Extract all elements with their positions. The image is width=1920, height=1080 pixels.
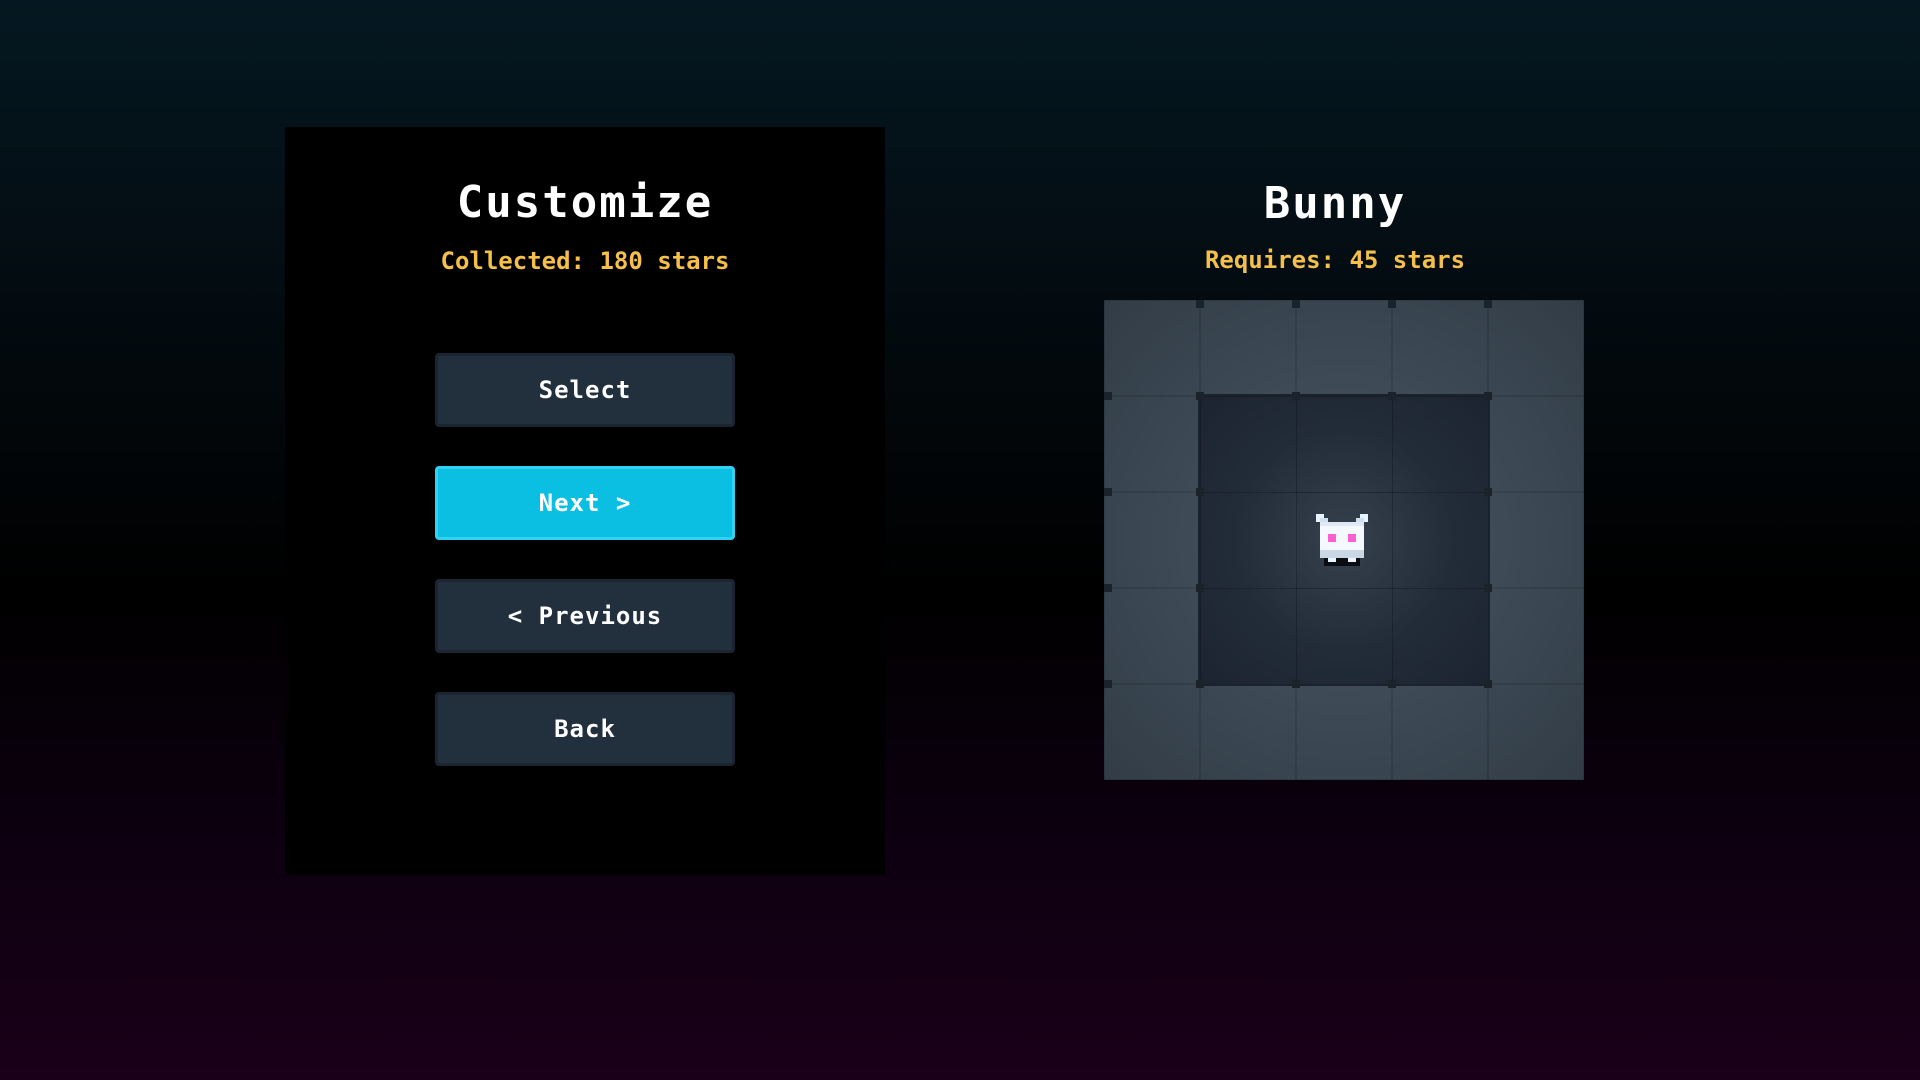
- grid-dot: [1104, 584, 1112, 592]
- grid-dot: [1196, 584, 1204, 592]
- grid-dot: [1292, 392, 1300, 400]
- grid-dot: [1104, 680, 1112, 688]
- grid-dot: [1196, 680, 1204, 688]
- grid-dot: [1388, 300, 1396, 308]
- grid-dot: [1292, 300, 1300, 308]
- character-name: Bunny: [1263, 178, 1407, 229]
- grid-dot: [1484, 392, 1492, 400]
- grid-dot: [1104, 392, 1112, 400]
- next-button[interactable]: Next >: [435, 466, 735, 540]
- bunny-icon: [1316, 514, 1368, 566]
- grid-dot: [1484, 680, 1492, 688]
- collected-stars-label: Collected: 180 stars: [440, 247, 730, 275]
- previous-button[interactable]: < Previous: [435, 579, 735, 653]
- customize-panel: Customize Collected: 180 stars Select Ne…: [285, 127, 885, 875]
- grid-dot: [1292, 680, 1300, 688]
- back-button[interactable]: Back: [435, 692, 735, 766]
- page-title: Customize: [456, 177, 714, 228]
- grid-dot: [1196, 488, 1204, 496]
- grid-dot: [1104, 488, 1112, 496]
- grid-dot: [1196, 392, 1204, 400]
- grid-dot: [1484, 300, 1492, 308]
- grid-dot: [1196, 300, 1204, 308]
- select-button[interactable]: Select: [435, 353, 735, 427]
- grid-dot: [1484, 488, 1492, 496]
- grid-dot: [1388, 680, 1396, 688]
- character-preview: [1104, 300, 1584, 780]
- grid-dot: [1484, 584, 1492, 592]
- required-stars-label: Requires: 45 stars: [1204, 246, 1466, 274]
- grid-dot: [1388, 392, 1396, 400]
